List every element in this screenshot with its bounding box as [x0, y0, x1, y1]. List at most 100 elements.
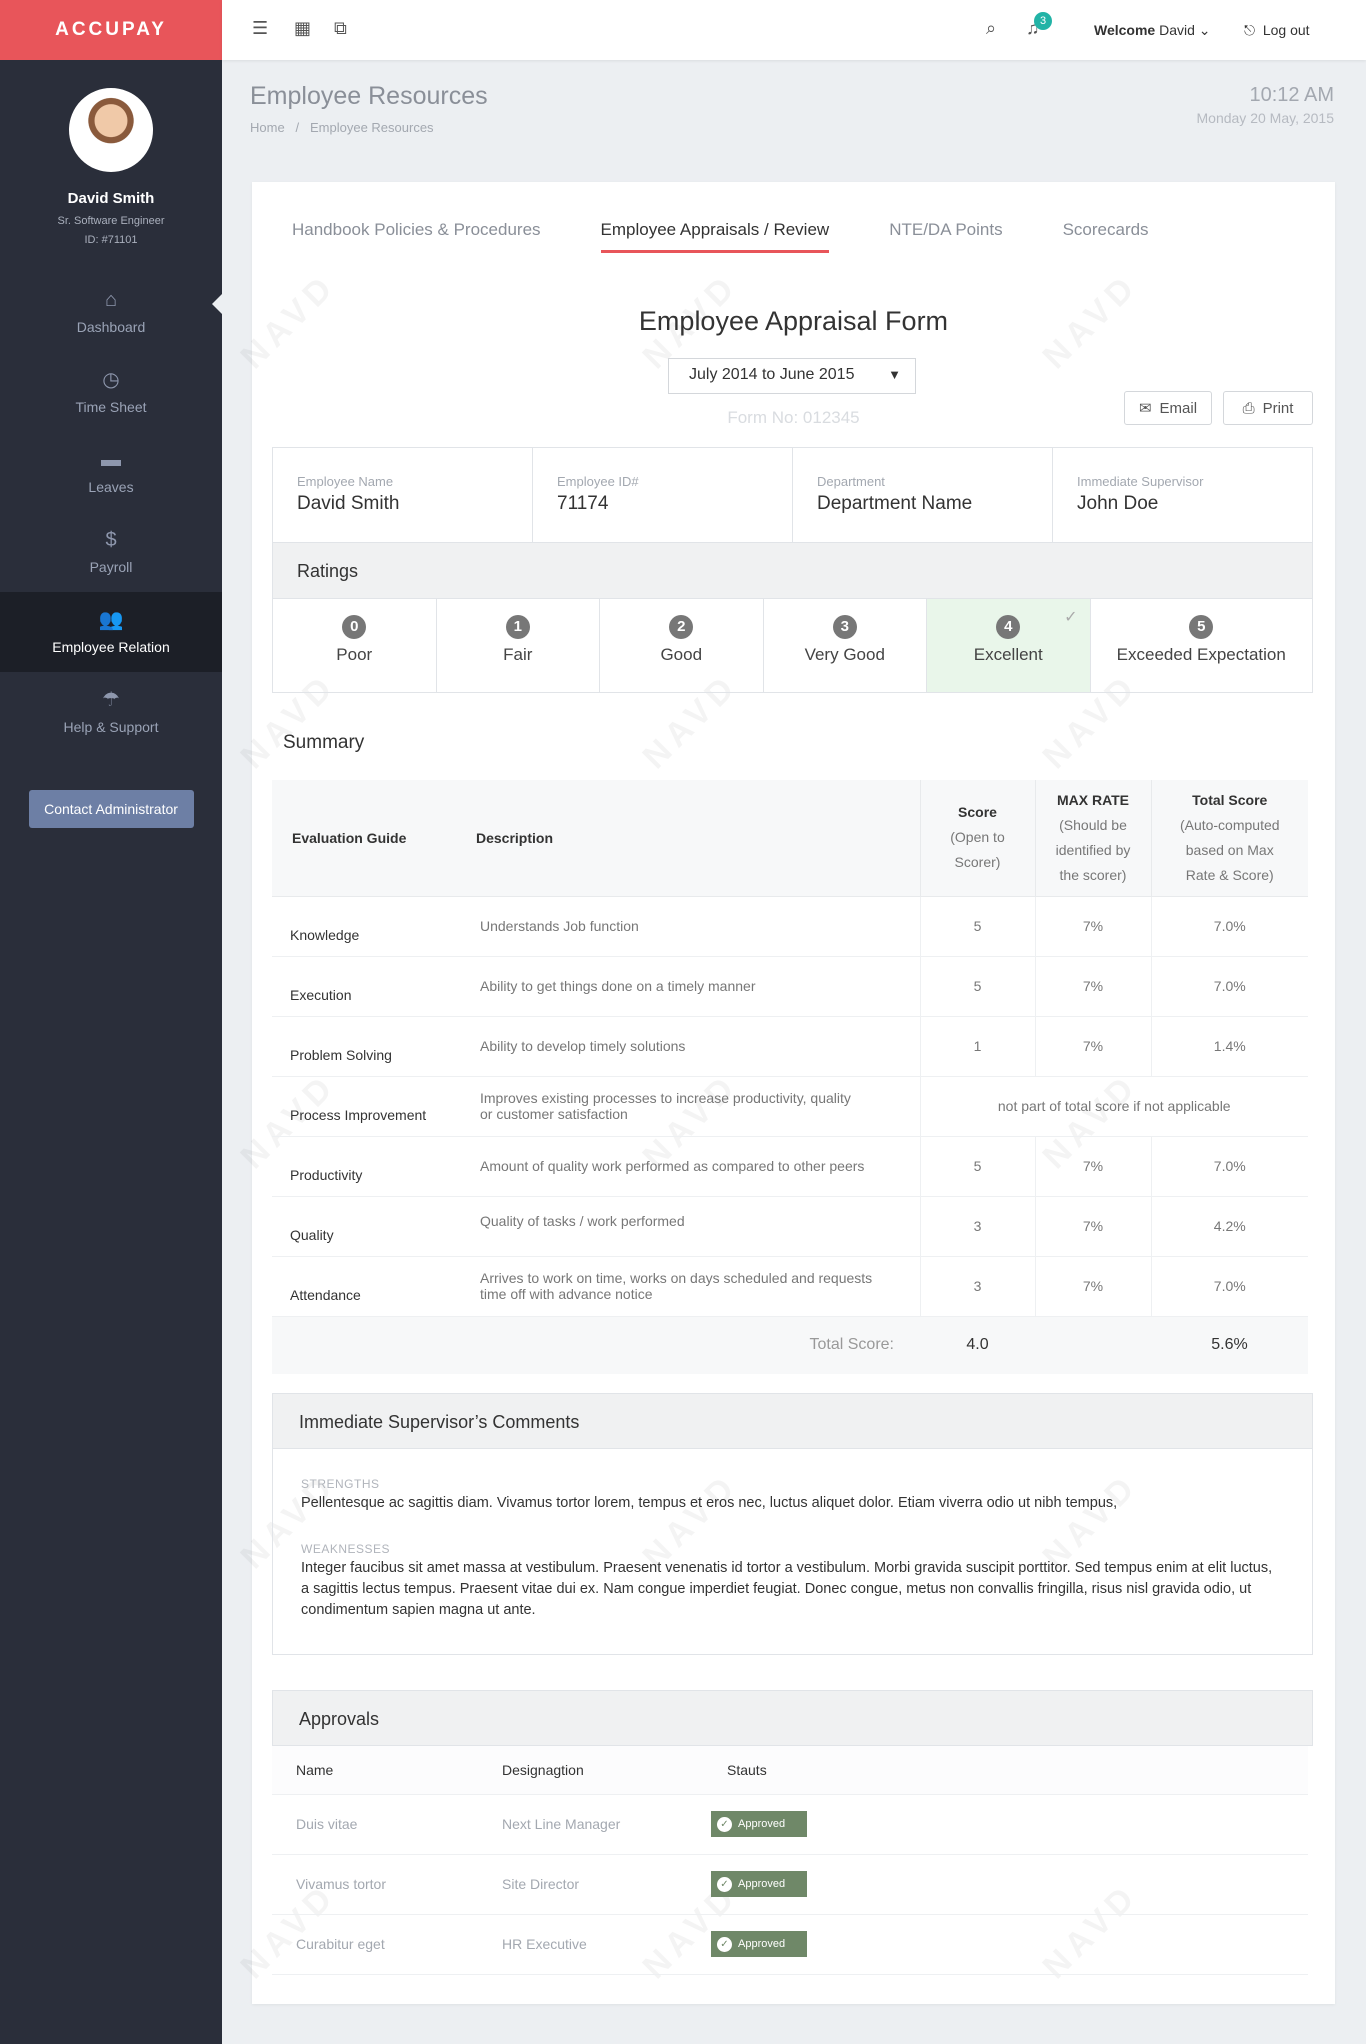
col-designation: Designagtion [486, 1746, 711, 1795]
info-value: 71174 [557, 493, 609, 514]
user-menu[interactable]: Welcome David ⌄ [1094, 22, 1211, 39]
row-max-rate: 7% [1034, 1196, 1151, 1257]
avatar[interactable] [69, 88, 153, 172]
info-value: John Doe [1077, 493, 1159, 514]
tab-scorecards[interactable]: Scorecards [1063, 220, 1149, 253]
active-caret [212, 294, 222, 314]
rating-number: 5 [1189, 615, 1214, 639]
menu-icon[interactable]: ☰ [252, 18, 268, 39]
row-total: 7.0% [1150, 1136, 1308, 1197]
weaknesses-label: WEAKNESSES [301, 1542, 391, 1556]
row-score[interactable]: 5 [919, 1136, 1035, 1197]
row-score[interactable]: 1 [919, 1016, 1035, 1077]
info-supervisor: Immediate Supervisor John Doe [1053, 448, 1312, 542]
breadcrumb: Home / Employee Resources [250, 120, 434, 135]
sidebar-item-employee-relation[interactable]: 👥 Employee Relation [0, 592, 222, 672]
table-row: Problem Solving Ability to develop timel… [272, 1016, 1308, 1077]
row-total: 7.0% [1150, 1256, 1308, 1317]
col-max-sub: the scorer) [1059, 866, 1127, 883]
tab-handbook[interactable]: Handbook Policies & Procedures [292, 220, 541, 253]
row-guide: Quality [272, 1196, 462, 1257]
sidebar-item-time-sheet[interactable]: ◷ Time Sheet [0, 352, 222, 432]
row-score[interactable]: 3 [919, 1196, 1035, 1257]
rating-option-very-good[interactable]: 3 Very Good [764, 599, 927, 692]
rating-option-exceeded-expectation[interactable]: 5 Exceeded Expectation [1091, 599, 1313, 692]
approvals-header-row: Name Designagtion Stauts [272, 1746, 1308, 1795]
row-max-rate: 7% [1034, 956, 1151, 1017]
table-row: Execution Ability to get things done on … [272, 956, 1308, 1017]
sidebar-item-dashboard[interactable]: ⌂ Dashboard [0, 272, 222, 352]
rating-option-fair[interactable]: 1 Fair [437, 599, 600, 692]
contact-administrator-button[interactable]: Contact Administrator [28, 790, 194, 828]
sidebar: ACCUPAY David Smith Sr. Software Enginee… [0, 0, 222, 2044]
period-value: July 2014 to June 2015 [689, 366, 855, 383]
info-label: Department [817, 474, 885, 489]
row-description: Improves existing processes to increase … [462, 1076, 920, 1137]
rating-label: Excellent [973, 645, 1043, 664]
summary-heading: Summary [283, 732, 365, 753]
row-max-rate: 7% [1034, 1136, 1151, 1197]
search-icon[interactable]: ⌕ [986, 18, 996, 39]
status-label: Approved [738, 1818, 786, 1830]
table-row: Attendance Arrives to work on time, work… [272, 1256, 1308, 1317]
sidebar-item-help-support[interactable]: ☂ Help & Support [0, 672, 222, 752]
approver-name: Duis vitae [272, 1794, 486, 1855]
sidebar-item-leaves[interactable]: ▬ Leaves [0, 432, 222, 512]
row-guide: Attendance [272, 1256, 462, 1317]
umbrella-icon: ☂ [102, 689, 120, 711]
weaknesses-text: Integer faucibus sit amet massa at vesti… [301, 1560, 1273, 1618]
row-max-rate: 7% [1034, 1016, 1151, 1077]
sidebar-nav: ⌂ Dashboard ◷ Time Sheet ▬ Leaves $ Payr… [0, 272, 222, 752]
caret-down-icon: ▼ [888, 367, 901, 382]
print-button[interactable]: ⎙ Print [1223, 391, 1313, 425]
breadcrumb-current: Employee Resources [310, 120, 434, 135]
check-circle-icon: ✓ [717, 1936, 732, 1952]
row-description: Understands Job function [462, 896, 920, 957]
approver-name: Curabitur eget [272, 1914, 486, 1975]
row-total: 7.0% [1150, 956, 1308, 1017]
row-score[interactable]: 5 [919, 956, 1035, 1017]
logout-link[interactable]: ⎋ Log out [1244, 22, 1310, 39]
row-description: Arrives to work on time, works on days s… [462, 1256, 920, 1317]
approver-designation: Next Line Manager [486, 1794, 711, 1855]
info-department: Department Department Name [793, 448, 1053, 542]
status-badge: ✓ Approved [711, 1811, 807, 1837]
breadcrumb-home[interactable]: Home [250, 120, 285, 135]
sidebar-item-label: Time Sheet [75, 399, 147, 415]
period-select[interactable]: July 2014 to June 2015 ▼ [668, 358, 916, 394]
rating-option-poor[interactable]: 0 Poor [273, 599, 437, 692]
row-guide: Process Improvement [272, 1076, 462, 1137]
rating-label: Poor [336, 645, 373, 664]
rating-label: Fair [503, 645, 533, 664]
brand-logo[interactable]: ACCUPAY [0, 0, 222, 60]
grid-icon[interactable]: ▦ [294, 18, 311, 39]
row-total: 7.0% [1150, 896, 1308, 957]
table-row: Quality Quality of tasks / work performe… [272, 1196, 1308, 1257]
row-score[interactable]: 3 [919, 1256, 1035, 1317]
envelope-icon: ✉ [1138, 400, 1152, 417]
rating-option-good[interactable]: 2 Good [600, 599, 764, 692]
row-description: Ability to develop timely solutions [462, 1016, 920, 1077]
col-name: Name [272, 1746, 486, 1795]
col-score-title: Score [958, 804, 997, 821]
sidebar-item-payroll[interactable]: $ Payroll [0, 512, 222, 592]
table-row: Knowledge Understands Job function 5 7% … [272, 896, 1308, 957]
row-description: Quality of tasks / work performed [462, 1196, 920, 1257]
tab-appraisals[interactable]: Employee Appraisals / Review [600, 220, 830, 253]
table-row: Vivamus tortor Site Director ✓ Approved [272, 1854, 1308, 1915]
rating-number: 3 [832, 615, 857, 639]
external-link-icon[interactable]: ⧉ [334, 18, 347, 39]
rating-label: Good [660, 645, 703, 664]
col-score-sub: (Open to [950, 829, 1005, 846]
email-button[interactable]: ✉ Email [1124, 391, 1212, 425]
strengths-text: Pellentesque ac sagittis diam. Vivamus t… [301, 1495, 1118, 1511]
tab-nte-da-points[interactable]: NTE/DA Points [889, 220, 1002, 253]
col-max-sub: identified by [1055, 841, 1131, 858]
row-score[interactable]: 5 [919, 896, 1035, 957]
info-label: Employee ID# [557, 474, 639, 489]
col-max-title: MAX RATE [1056, 791, 1130, 808]
info-label: Employee Name [297, 474, 394, 489]
breadcrumb-separator: / [295, 120, 300, 135]
col-description: Description [462, 780, 920, 897]
rating-option-excellent[interactable]: ✓ 4 Excellent [927, 599, 1091, 692]
